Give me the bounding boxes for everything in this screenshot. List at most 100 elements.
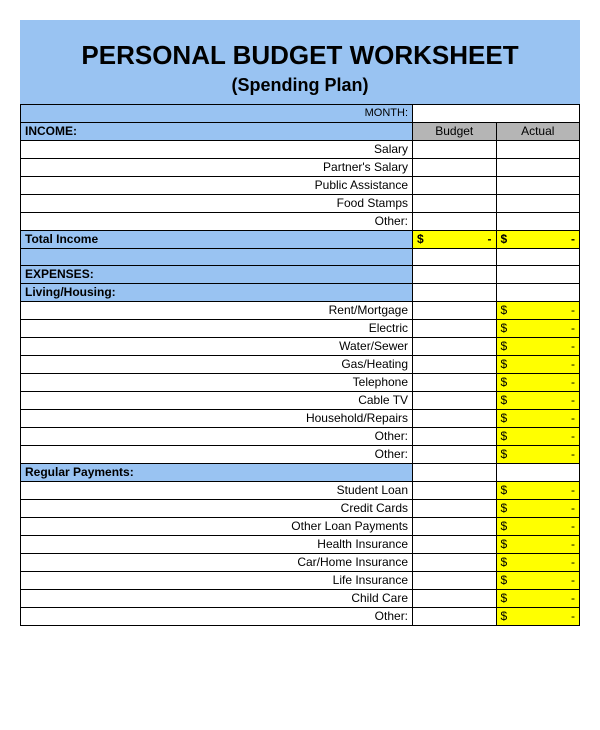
budget-cell[interactable] [413, 410, 496, 428]
living-row: Other: $- [21, 446, 580, 464]
actual-cell[interactable] [496, 177, 580, 195]
budget-cell[interactable] [413, 213, 496, 231]
budget-cell[interactable] [413, 392, 496, 410]
living-row: Electric$- [21, 320, 580, 338]
budget-cell[interactable] [413, 356, 496, 374]
expenses-header: EXPENSES: [21, 266, 413, 284]
living-row: Cable TV $- [21, 392, 580, 410]
regular-row: Other Loan Payments$- [21, 518, 580, 536]
row-label: Gas/Heating [21, 356, 413, 374]
month-row: MONTH: [21, 105, 580, 123]
budget-cell[interactable] [413, 554, 496, 572]
regular-row: Child Care $- [21, 590, 580, 608]
budget-cell[interactable] [413, 195, 496, 213]
budget-cell[interactable] [413, 302, 496, 320]
regular-row: Car/Home Insurance $- [21, 554, 580, 572]
row-label: Student Loan [21, 482, 413, 500]
living-row: Gas/Heating $- [21, 356, 580, 374]
regular-row: Student Loan $- [21, 482, 580, 500]
living-row: Telephone $- [21, 374, 580, 392]
row-label: Telephone [21, 374, 413, 392]
budget-cell[interactable] [413, 446, 496, 464]
living-row: Rent/Mortgage$- [21, 302, 580, 320]
total-income-budget: $- [413, 231, 496, 249]
living-header: Living/Housing: [21, 284, 413, 302]
budget-cell[interactable] [413, 141, 496, 159]
living-row: Water/Sewer$- [21, 338, 580, 356]
row-label: Credit Cards [21, 500, 413, 518]
budget-cell[interactable] [413, 590, 496, 608]
actual-cell: $- [496, 374, 580, 392]
budget-cell[interactable] [413, 177, 496, 195]
budget-cell[interactable] [413, 500, 496, 518]
row-label: Life Insurance [21, 572, 413, 590]
actual-cell: $- [496, 338, 580, 356]
actual-cell: $- [496, 482, 580, 500]
budget-cell[interactable] [413, 374, 496, 392]
actual-cell: $- [496, 356, 580, 374]
budget-cell[interactable] [413, 518, 496, 536]
budget-table: MONTH: INCOME: Budget Actual Salary Part… [20, 104, 580, 626]
regular-row: Other: $- [21, 608, 580, 626]
actual-cell: $- [496, 518, 580, 536]
income-row: Public Assistance [21, 177, 580, 195]
expenses-header-row: EXPENSES: [21, 266, 580, 284]
regular-header-row: Regular Payments: [21, 464, 580, 482]
row-label: Child Care [21, 590, 413, 608]
actual-cell: $- [496, 608, 580, 626]
col-actual-header: Actual [496, 123, 580, 141]
actual-cell: $- [496, 572, 580, 590]
row-label: Other: [21, 608, 413, 626]
page-title: PERSONAL BUDGET WORKSHEET [20, 32, 580, 75]
budget-worksheet: PERSONAL BUDGET WORKSHEET (Spending Plan… [20, 20, 580, 626]
row-label: Other: [21, 428, 413, 446]
row-label: Other: [21, 213, 413, 231]
budget-cell[interactable] [413, 608, 496, 626]
budget-cell[interactable] [413, 536, 496, 554]
month-value[interactable] [413, 105, 580, 123]
row-label: Partner's Salary [21, 159, 413, 177]
col-budget-header: Budget [413, 123, 496, 141]
actual-cell: $- [496, 302, 580, 320]
actual-cell: $- [496, 410, 580, 428]
row-label: Cable TV [21, 392, 413, 410]
actual-cell: $- [496, 392, 580, 410]
income-row: Salary [21, 141, 580, 159]
actual-cell[interactable] [496, 213, 580, 231]
column-headers: INCOME: Budget Actual [21, 123, 580, 141]
actual-cell: $- [496, 428, 580, 446]
spacer-row [21, 249, 580, 266]
budget-cell[interactable] [413, 572, 496, 590]
budget-cell[interactable] [413, 320, 496, 338]
income-row: Partner's Salary [21, 159, 580, 177]
budget-cell[interactable] [413, 428, 496, 446]
actual-cell: $- [496, 320, 580, 338]
row-label: Health Insurance [21, 536, 413, 554]
living-header-row: Living/Housing: [21, 284, 580, 302]
row-label: Public Assistance [21, 177, 413, 195]
total-income-row: Total Income $- $- [21, 231, 580, 249]
actual-cell[interactable] [496, 159, 580, 177]
actual-cell: $- [496, 590, 580, 608]
living-row: Household/Repairs$- [21, 410, 580, 428]
budget-cell[interactable] [413, 159, 496, 177]
actual-cell[interactable] [496, 141, 580, 159]
actual-cell: $- [496, 500, 580, 518]
row-label: Salary [21, 141, 413, 159]
page-subtitle: (Spending Plan) [20, 75, 580, 104]
income-row: Other: [21, 213, 580, 231]
actual-cell: $- [496, 554, 580, 572]
living-row: Other: $- [21, 428, 580, 446]
row-label: Other: [21, 446, 413, 464]
budget-cell[interactable] [413, 482, 496, 500]
total-income-label: Total Income [21, 231, 413, 249]
actual-cell: $- [496, 446, 580, 464]
title-block: PERSONAL BUDGET WORKSHEET (Spending Plan… [20, 20, 580, 104]
actual-cell: $- [496, 536, 580, 554]
regular-row: Life Insurance $- [21, 572, 580, 590]
row-label: Car/Home Insurance [21, 554, 413, 572]
month-label: MONTH: [21, 105, 413, 123]
regular-row: Credit Cards $- [21, 500, 580, 518]
budget-cell[interactable] [413, 338, 496, 356]
actual-cell[interactable] [496, 195, 580, 213]
